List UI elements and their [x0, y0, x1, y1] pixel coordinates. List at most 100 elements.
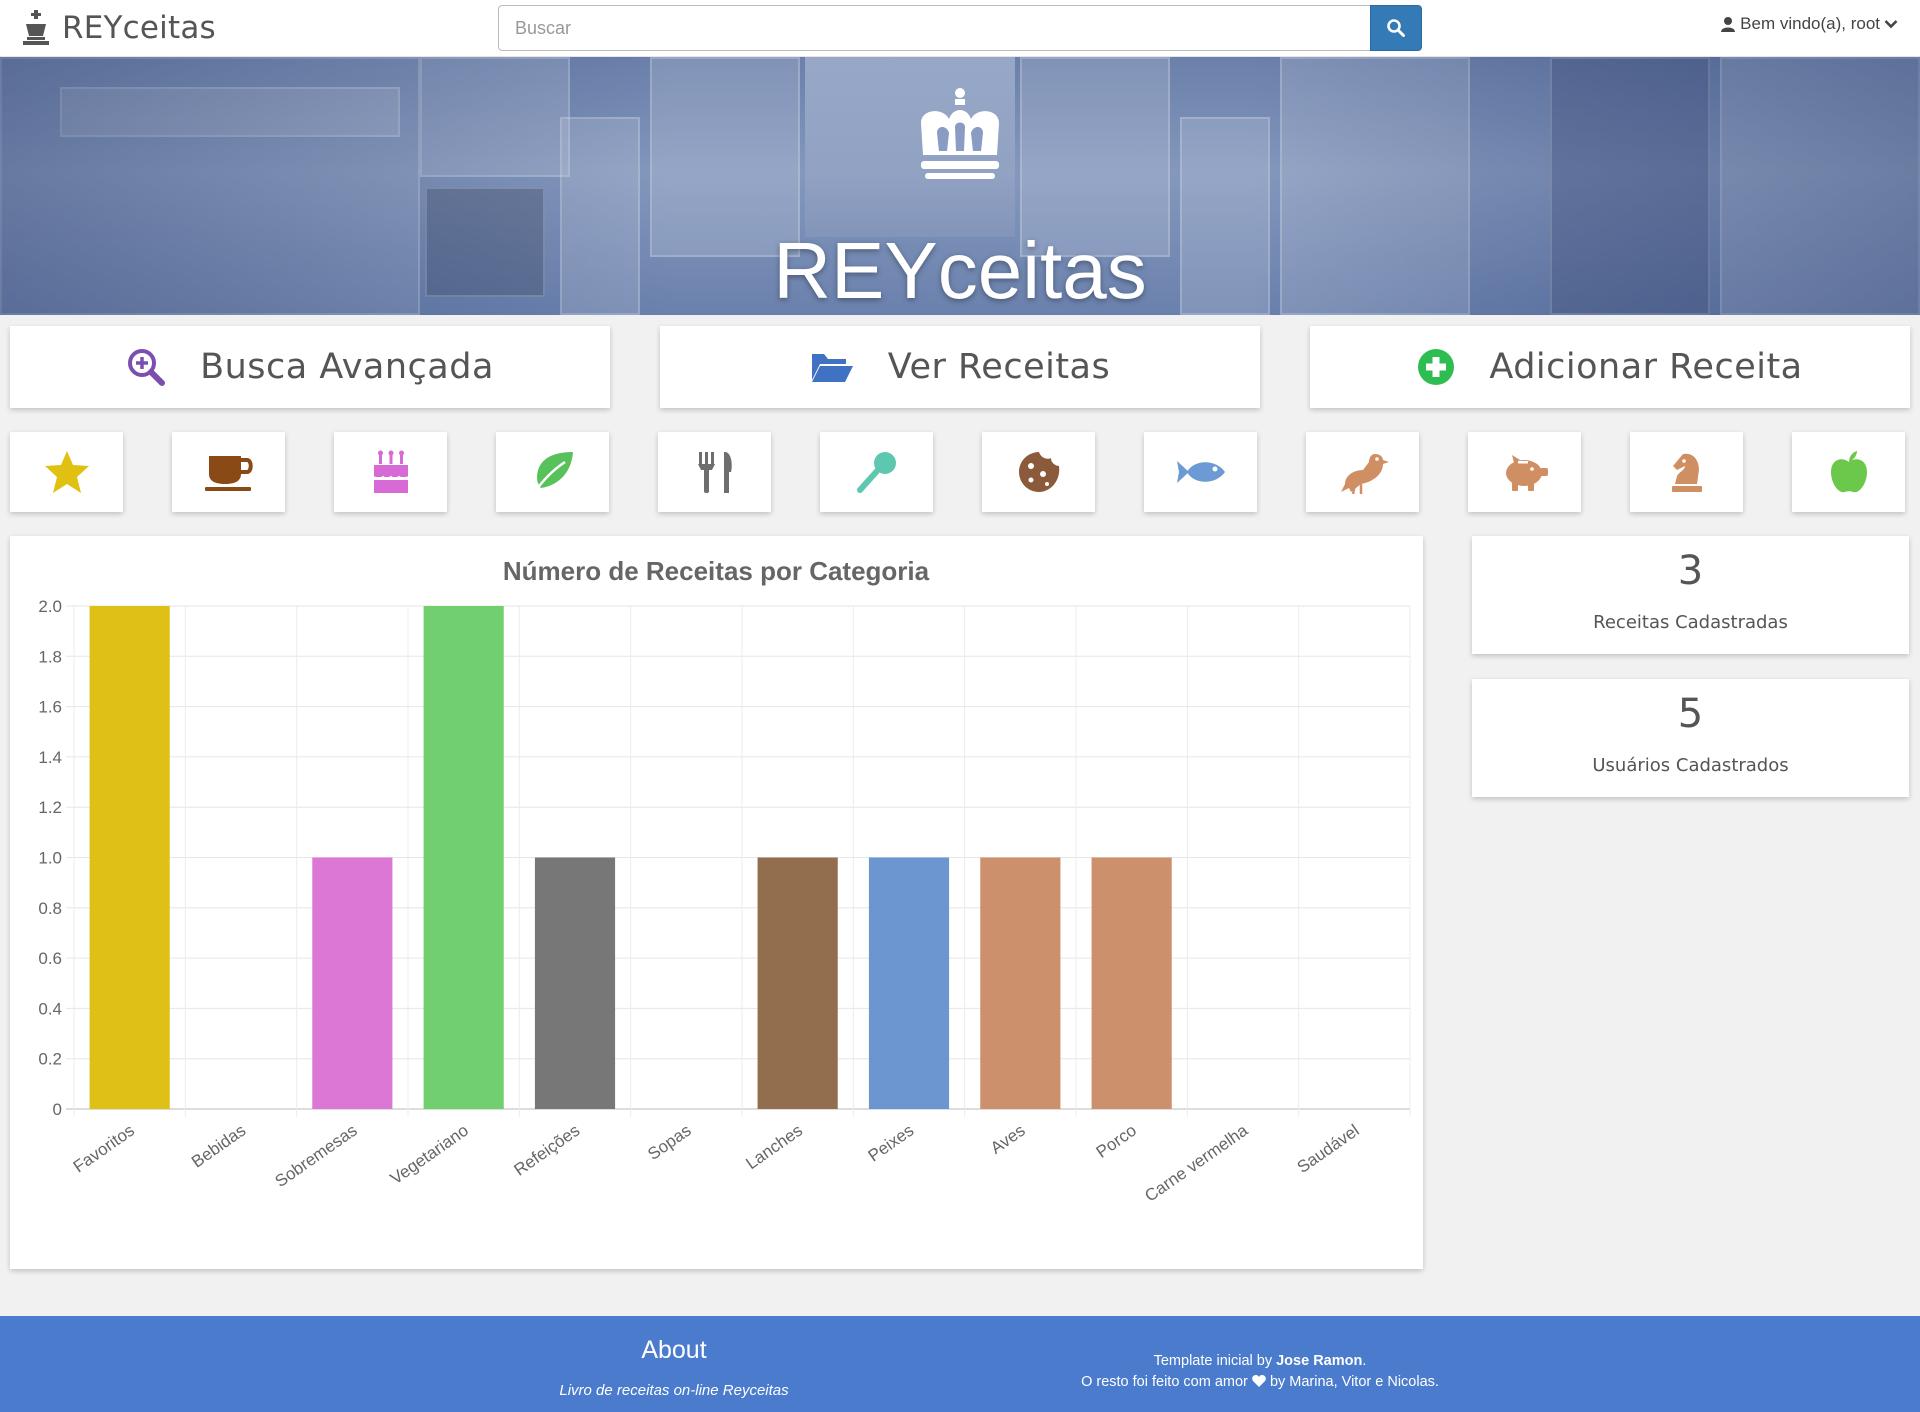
category-lanches[interactable] — [982, 432, 1095, 512]
brand-link[interactable]: REYceitas — [20, 6, 216, 50]
category-aves[interactable] — [1306, 432, 1419, 512]
stat-recipes-value: 3 — [1677, 548, 1704, 594]
footer-about-title: About — [641, 1336, 707, 1364]
y-tick-label: 1.8 — [38, 647, 62, 666]
x-tick-label: Carne vermelha — [1141, 1120, 1251, 1205]
hero-title: REYceitas — [773, 226, 1147, 315]
search-icon — [1387, 19, 1405, 37]
chart-bar — [757, 857, 838, 1109]
heart-icon — [1252, 1375, 1266, 1387]
search-form — [498, 5, 1423, 51]
credits-line2-prefix: O resto foi feito com amor — [1081, 1374, 1252, 1390]
credits-author-link[interactable]: Jose Ramon — [1276, 1353, 1362, 1369]
category-carne-vermelha[interactable] — [1630, 432, 1743, 512]
chart-y-axis: 2.0 1.8 1.6 1.4 1.2 1.0 0.8 0.6 0.4 0.2 0 — [38, 597, 62, 1119]
x-tick-label: Favoritos — [70, 1121, 138, 1177]
y-tick-label: 0.2 — [38, 1050, 62, 1069]
footer-credits: Template inicial by Jose Ramon. O resto … — [1000, 1351, 1520, 1393]
chart-bar — [312, 857, 393, 1109]
stat-recipes-card: 3 Receitas Cadastradas — [1472, 536, 1909, 654]
category-bebidas[interactable] — [172, 432, 285, 512]
y-tick-label: 1.4 — [38, 748, 62, 767]
x-tick-label: Saudável — [1294, 1121, 1363, 1177]
user-menu[interactable]: Bem vindo(a), root — [1720, 14, 1898, 34]
user-greeting: Bem vindo(a), root — [1740, 14, 1880, 33]
credits-suffix: . — [1362, 1353, 1367, 1369]
credits-prefix: Template inicial by — [1153, 1353, 1277, 1369]
chart-bar — [89, 606, 170, 1109]
y-tick-label: 1.2 — [38, 798, 62, 817]
chart-bar — [980, 857, 1061, 1109]
chart-x-axis: Favoritos Bebidas Sobremesas Vegetariano Ref… — [70, 1120, 1363, 1205]
category-porco[interactable] — [1468, 432, 1581, 512]
leaf-icon — [532, 452, 573, 494]
x-tick-label: Vegetariano — [387, 1121, 472, 1189]
category-peixes[interactable] — [1144, 432, 1257, 512]
add-recipe-button[interactable]: Adicionar Receita — [1310, 326, 1910, 408]
y-tick-label: 0 — [53, 1100, 62, 1119]
navbar: REYceitas Bem vindo(a), root — [0, 0, 1920, 57]
x-tick-label: Peixes — [865, 1121, 918, 1166]
category-vegetariano[interactable] — [496, 432, 609, 512]
stat-recipes-label: Receitas Cadastradas — [1593, 612, 1788, 633]
plus-circle-icon — [1418, 349, 1455, 385]
x-tick-label: Porco — [1093, 1121, 1140, 1162]
credits-line2-suffix: by Marina, Vitor e Nicolas. — [1265, 1374, 1439, 1390]
view-recipes-label: Ver Receitas — [887, 347, 1111, 387]
x-tick-label: Aves — [987, 1121, 1029, 1158]
chart-title: Número de Receitas por Categoria — [503, 556, 930, 586]
x-tick-label: Sopas — [644, 1121, 694, 1164]
chess-king-icon — [23, 10, 49, 45]
cutlery-icon — [697, 452, 732, 493]
y-tick-label: 0.6 — [38, 949, 62, 968]
footer: About Livro de receitas on-line Reyceita… — [0, 1316, 1920, 1412]
view-recipes-button[interactable]: Ver Receitas — [660, 326, 1260, 408]
x-tick-label: Bebidas — [188, 1121, 249, 1172]
folder-open-icon — [811, 354, 853, 382]
add-recipe-label: Adicionar Receita — [1489, 347, 1803, 387]
chart-bar — [868, 857, 950, 1109]
y-tick-label: 1.0 — [38, 849, 62, 868]
chart-bar — [534, 857, 616, 1109]
y-tick-label: 1.6 — [38, 698, 62, 717]
search-button[interactable] — [1370, 5, 1422, 51]
y-tick-label: 0.8 — [38, 899, 62, 918]
chart-bar — [423, 606, 504, 1109]
piggy-bank-icon — [1505, 455, 1548, 491]
advanced-search-button[interactable]: Busca Avançada — [10, 326, 610, 408]
y-tick-label: 2.0 — [38, 597, 62, 616]
footer-about-text: Livro de receitas on-line Reyceitas — [559, 1382, 789, 1399]
recipes-per-category-chart: Número de Receitas por Categoria 2.0 1.8 1… — [38, 556, 1411, 1206]
category-sopas[interactable] — [820, 432, 933, 512]
category-favoritos[interactable] — [10, 432, 123, 512]
x-tick-label: Sobremesas — [272, 1121, 361, 1191]
chart-grid — [66, 605, 1411, 1117]
user-icon — [1721, 17, 1736, 32]
spoon-icon — [856, 452, 896, 493]
y-tick-label: 0.4 — [38, 999, 62, 1018]
search-input[interactable] — [498, 5, 1372, 51]
birthday-cake-icon — [372, 450, 409, 493]
x-tick-label: Refeições — [510, 1121, 583, 1180]
x-tick-label: Lanches — [742, 1121, 806, 1173]
coffee-icon — [204, 456, 253, 491]
chart-bar — [1091, 857, 1172, 1109]
stat-users-card: 5 Usuários Cadastrados — [1472, 679, 1909, 797]
bird-icon — [1340, 454, 1389, 494]
chart-panel: Número de Receitas por Categoria 2.0 1.8 1… — [10, 536, 1423, 1269]
cookie-icon — [1018, 452, 1059, 492]
crown-icon — [921, 88, 999, 179]
fish-icon — [1176, 461, 1225, 483]
category-saudavel[interactable] — [1792, 432, 1905, 512]
apple-icon — [1830, 451, 1867, 493]
hero-banner: REYceitas — [0, 57, 1920, 315]
advanced-search-label: Busca Avançada — [200, 347, 494, 387]
stat-users-label: Usuários Cadastrados — [1592, 755, 1789, 776]
category-sobremesas[interactable] — [334, 432, 447, 512]
star-icon — [44, 451, 89, 493]
category-refeicoes[interactable] — [658, 432, 771, 512]
search-plus-icon — [128, 349, 166, 386]
chess-knight-icon — [1671, 453, 1702, 492]
chevron-down-icon — [1884, 20, 1898, 29]
brand-title: REYceitas — [62, 10, 216, 46]
